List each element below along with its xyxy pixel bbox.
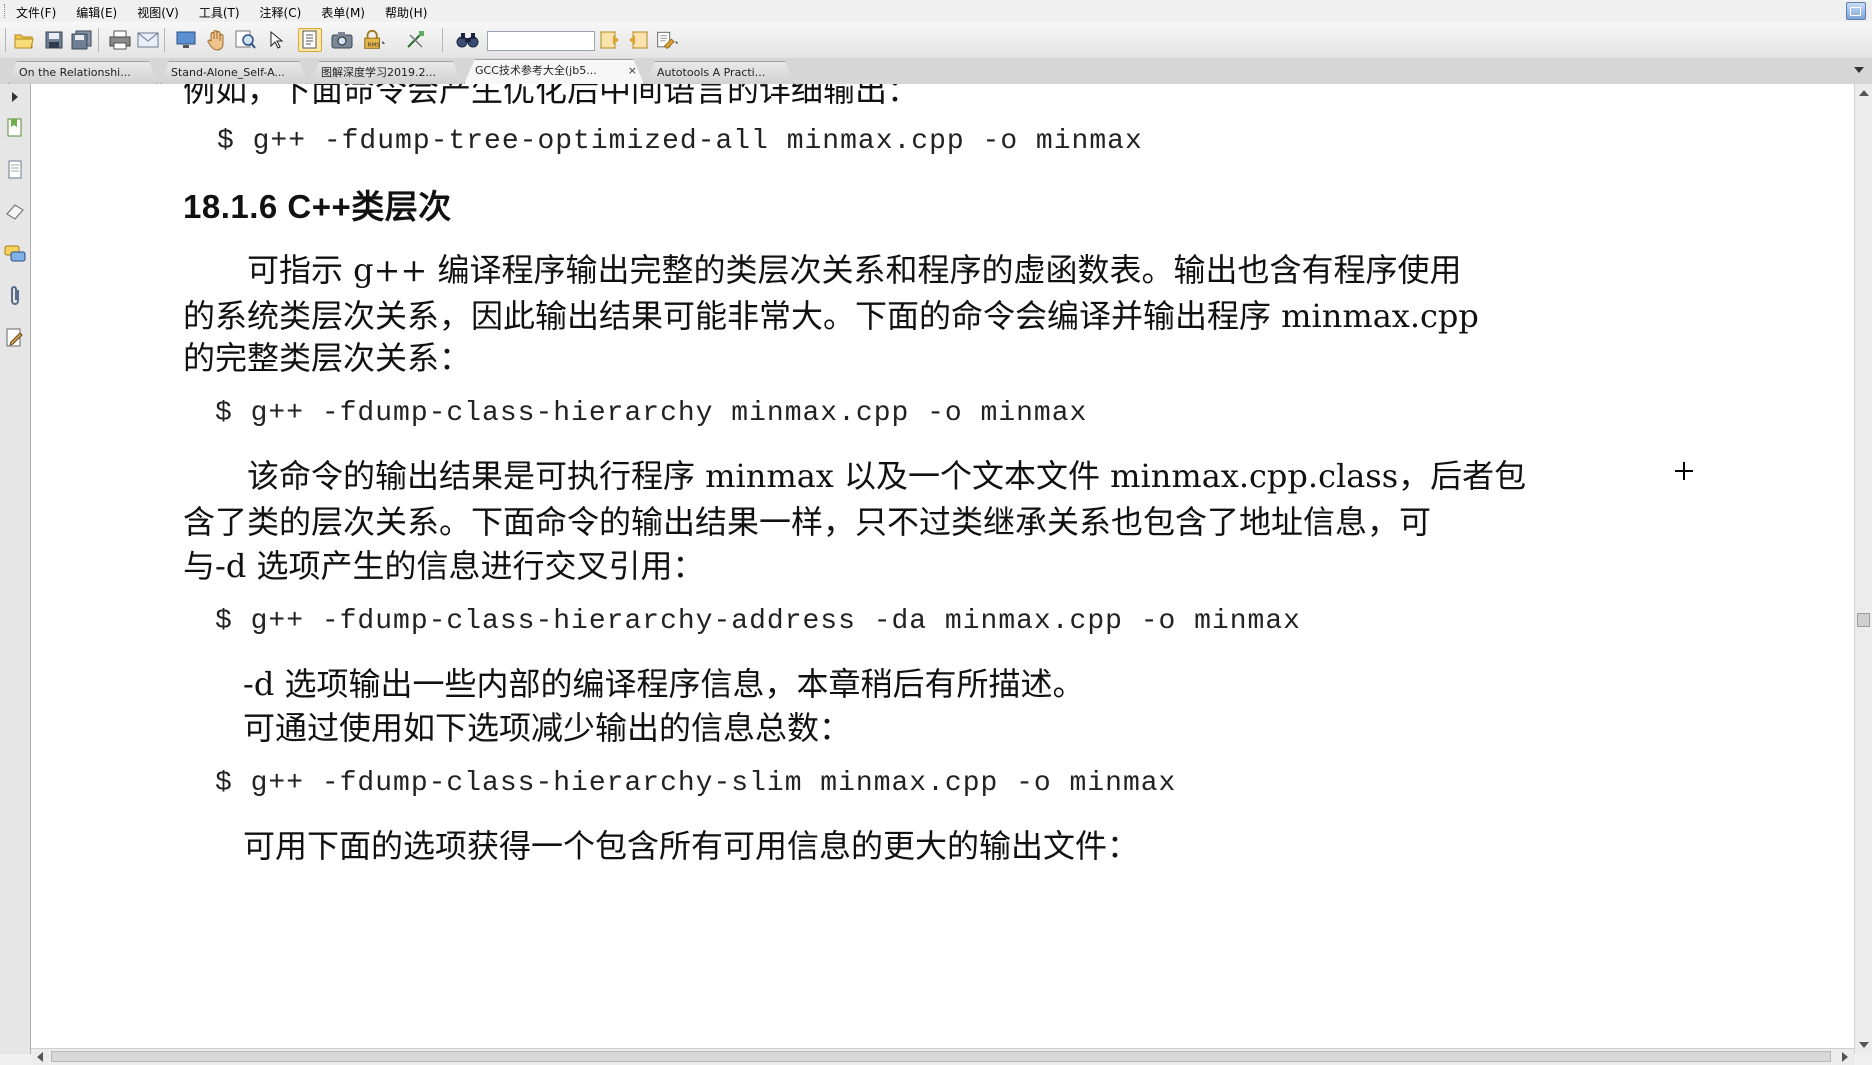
paragraph-text: 的系统类层次关系，因此输出结果可能非常大。下面的命令会编译并输出程序 minma…: [183, 297, 1479, 335]
tab-label: Autotools A Practi...: [657, 66, 766, 79]
tab-label: 图解深度学习2019.2...: [321, 66, 436, 79]
menu-bar: 文件(F) 编辑(E) 视图(V) 工具(T) 注释(C) 表单(M) 帮助(H…: [0, 0, 1872, 22]
horizontal-scrollbar[interactable]: [31, 1048, 1854, 1065]
menu-comment[interactable]: 注释(C): [258, 3, 304, 22]
find-icon[interactable]: [456, 28, 480, 52]
menu-help[interactable]: 帮助(H): [383, 3, 429, 22]
menu-forms[interactable]: 表单(M): [319, 3, 367, 22]
save-all-icon[interactable]: [70, 28, 94, 52]
section-heading: 18.1.6 C++类层次: [183, 188, 452, 225]
svg-text:RMS: RMS: [368, 42, 381, 48]
paragraph-text: 可指示 g++ 编译程序输出完整的类层次关系和程序的虚函数表。输出也含有程序使用: [247, 251, 1462, 289]
navigation-panel: [0, 84, 31, 1054]
tab-label: GCC技术参考大全(jb5...: [475, 64, 597, 77]
signatures-icon[interactable]: [4, 326, 26, 350]
code-line: $ g++ -fdump-class-hierarchy-slim minmax…: [215, 768, 1177, 799]
find-input[interactable]: [487, 31, 595, 51]
tab-deep-learning[interactable]: 图解深度学习2019.2...: [310, 61, 462, 84]
next-result-icon[interactable]: [626, 28, 650, 52]
page-thumbnails-icon[interactable]: [4, 158, 26, 182]
toolbar: RMS: [0, 22, 1872, 59]
tab-autotools[interactable]: Autotools A Practi...: [646, 61, 794, 84]
scroll-down-icon[interactable]: [1859, 1042, 1869, 1048]
tab-stand-alone[interactable]: Stand-Alone_Self-A...: [160, 61, 308, 84]
screen-icon[interactable]: [174, 28, 198, 52]
select-arrow-icon[interactable]: [264, 28, 288, 52]
tab-close-icon[interactable]: ×: [628, 60, 637, 82]
toolbar-separator: [164, 28, 165, 52]
menu-file[interactable]: 文件(F): [14, 3, 58, 22]
paragraph-text: 的完整类层次关系：: [183, 339, 472, 377]
menu-grip: [4, 4, 7, 18]
typewriter-icon[interactable]: [404, 28, 428, 52]
paragraph-text: 例如，下面命令会产生优化后中间语言的详细输出：: [183, 84, 920, 109]
menu-view[interactable]: 视图(V): [135, 3, 181, 22]
tab-gcc-reference[interactable]: GCC技术参考大全(jb5... ×: [464, 59, 644, 84]
tab-on-the-relationship[interactable]: On the Relationshi...: [8, 61, 158, 84]
lock-icon[interactable]: RMS: [362, 28, 386, 52]
paragraph-text: 该命令的输出结果是可执行程序 minmax 以及一个文本文件 minmax.cp…: [247, 457, 1527, 495]
print-icon[interactable]: [108, 28, 132, 52]
paragraph-text: -d 选项输出一些内部的编译程序信息，本章稍后有所描述。: [243, 665, 1085, 703]
scrollbar-thumb[interactable]: [51, 1051, 1831, 1062]
expand-panel-icon[interactable]: [12, 92, 18, 102]
paragraph-text: 与-d 选项产生的信息进行交叉引用：: [183, 547, 705, 585]
save-icon[interactable]: [42, 28, 66, 52]
highlight-icon[interactable]: [656, 28, 680, 52]
tab-label: On the Relationshi...: [19, 66, 131, 79]
zoom-icon[interactable]: [234, 28, 258, 52]
restore-window-icon[interactable]: [1846, 2, 1866, 20]
code-line: $ g++ -fdump-class-hierarchy minmax.cpp …: [215, 398, 1088, 429]
tab-list-chevron-down-icon[interactable]: [1854, 67, 1864, 73]
code-line: $ g++ -fdump-class-hierarchy-address -da…: [215, 606, 1301, 637]
crosshair-cursor-icon: [1675, 462, 1693, 480]
menu-tools[interactable]: 工具(T): [197, 3, 242, 22]
menu-edit[interactable]: 编辑(E): [74, 3, 119, 22]
scrollbar-thumb[interactable]: [1857, 613, 1870, 627]
layers-icon[interactable]: [4, 200, 26, 224]
attachments-icon[interactable]: [4, 284, 26, 308]
paragraph-text: 可用下面的选项获得一个包含所有可用信息的更大的输出文件：: [243, 827, 1140, 865]
scroll-up-icon[interactable]: [1859, 90, 1869, 96]
toolbar-separator: [98, 28, 99, 52]
email-icon[interactable]: [136, 28, 160, 52]
snapshot-icon[interactable]: [330, 28, 354, 52]
tab-label: Stand-Alone_Self-A...: [171, 66, 285, 79]
comments-icon[interactable]: [4, 242, 26, 266]
open-icon[interactable]: [12, 28, 36, 52]
code-line: $ g++ -fdump-tree-optimized-all minmax.c…: [217, 126, 1143, 157]
paragraph-text: 可通过使用如下选项减少输出的信息总数：: [243, 709, 852, 747]
document-tab-bar: On the Relationshi... Stand-Alone_Self-A…: [0, 58, 1872, 85]
scroll-right-icon[interactable]: [1842, 1052, 1848, 1062]
toolbar-grip: [5, 28, 6, 52]
vertical-scrollbar[interactable]: [1854, 84, 1872, 1054]
document-page[interactable]: 例如，下面命令会产生优化后中间语言的详细输出： $ g++ -fdump-tre…: [31, 84, 1854, 1054]
prev-result-icon[interactable]: [598, 28, 622, 52]
text-select-icon[interactable]: [298, 28, 322, 52]
hand-tool-icon[interactable]: [204, 28, 228, 52]
toolbar-separator: [442, 28, 443, 52]
bookmarks-icon[interactable]: [4, 116, 26, 140]
paragraph-text: 含了类的层次关系。下面命令的输出结果一样，只不过类继承关系也包含了地址信息，可: [183, 503, 1432, 541]
scroll-left-icon[interactable]: [37, 1052, 43, 1062]
